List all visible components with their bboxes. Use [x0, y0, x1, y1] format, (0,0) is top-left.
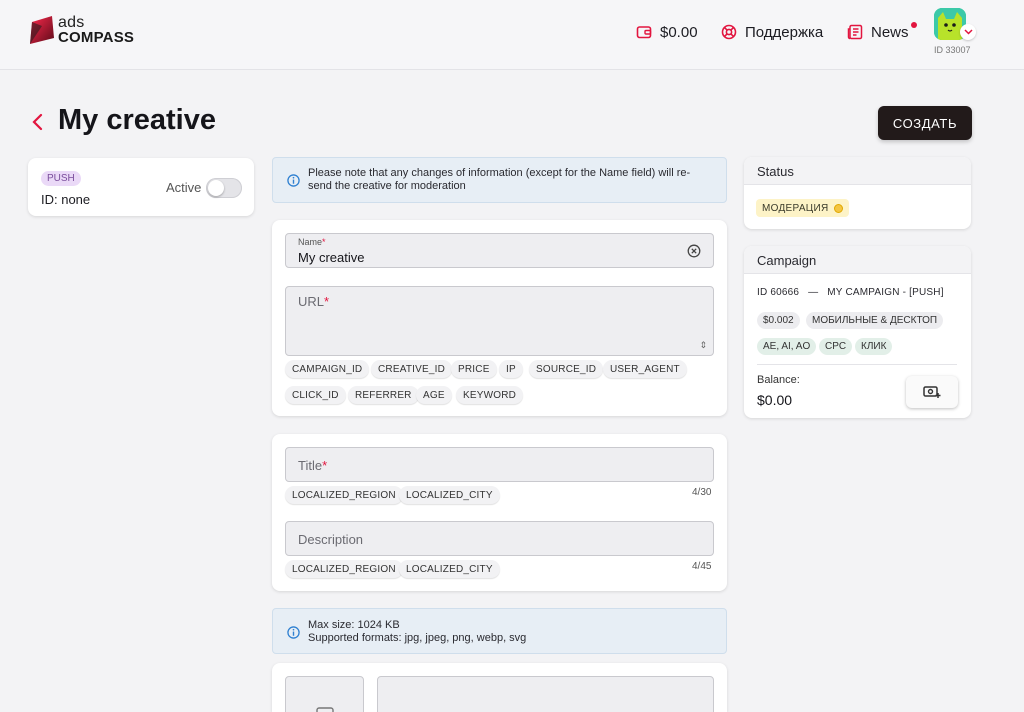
status-card: Status МОДЕРАЦИЯ [744, 157, 971, 229]
top-up-button[interactable] [906, 376, 958, 408]
support-button[interactable]: Поддержка [721, 20, 823, 44]
campaign-link[interactable]: ID 60666 — MY CAMPAIGN - [PUSH] [757, 287, 944, 298]
image-notice-line-1: Max size: 1024 KB [308, 619, 400, 631]
news-label: News [871, 23, 909, 41]
macro-chip[interactable]: CAMPAIGN_ID [285, 360, 370, 378]
campaign-tag: AE, AI, AO [757, 338, 817, 355]
description-field[interactable]: Description [285, 521, 714, 556]
macro-chip[interactable]: CLICK_ID [285, 386, 346, 404]
macro-chip[interactable]: AGE [416, 386, 452, 404]
moderation-notice: Please note that any changes of informat… [272, 157, 727, 203]
status-card-header: Status [744, 157, 971, 185]
divider [757, 364, 957, 365]
status-title: Status [757, 164, 794, 179]
name-value: My creative [298, 250, 365, 265]
image-upload-card [272, 663, 727, 712]
macro-chip[interactable]: CREATIVE_ID [371, 360, 453, 378]
status-badge: МОДЕРАЦИЯ [756, 199, 849, 217]
url-placeholder: URL* [298, 294, 330, 309]
page-title: My creative [58, 104, 216, 136]
pending-icon [833, 203, 843, 213]
notice-line-1: Please note that any changes of informat… [308, 167, 691, 179]
name-url-card: Name* My creative URL* ⇕ CAMPAIGN_ID CRE… [272, 220, 727, 416]
name-label: Name* [298, 237, 326, 247]
campaign-id: ID 60666 [757, 287, 800, 298]
format-badge: PUSH [41, 171, 81, 186]
campaign-tag: КЛИК [855, 338, 893, 355]
macro-chip[interactable]: KEYWORD [456, 386, 524, 404]
user-id: ID 33007 [934, 45, 971, 55]
macro-chip[interactable]: PRICE [451, 360, 497, 378]
image-requirements-notice: Max size: 1024 KB Supported formats: jpg… [272, 608, 727, 654]
title-counter: 4/30 [692, 487, 712, 498]
title-field[interactable]: Title* [285, 447, 714, 482]
title-placeholder: Title* [298, 458, 328, 473]
wallet-icon [636, 26, 652, 39]
info-icon [287, 626, 300, 639]
description-placeholder: Description [298, 532, 364, 547]
creative-id: ID: none [41, 192, 91, 207]
logo-mark-icon [30, 16, 54, 44]
balance-value: $0.00 [757, 392, 793, 408]
campaign-tag: CPC [819, 338, 853, 355]
balance-label: Balance: [757, 374, 800, 386]
status-badge-label: МОДЕРАЦИЯ [762, 202, 829, 214]
money-plus-icon [923, 386, 941, 398]
create-button[interactable]: СОЗДАТЬ [878, 106, 972, 140]
logo[interactable]: ads COMPASS [28, 14, 148, 48]
newspaper-icon [847, 24, 863, 40]
macro-chip[interactable]: IP [499, 360, 523, 378]
campaign-title: Campaign [757, 253, 817, 268]
clear-icon[interactable] [687, 244, 701, 258]
news-label-wrap: News [871, 21, 917, 41]
active-label: Active [166, 180, 202, 195]
macro-chip[interactable]: SOURCE_ID [529, 360, 604, 378]
macro-chip[interactable]: LOCALIZED_REGION [285, 560, 403, 578]
macro-chip[interactable]: LOCALIZED_CITY [399, 486, 500, 504]
toggle-knob [208, 180, 224, 196]
name-field[interactable]: Name* My creative [285, 233, 714, 268]
back-arrow-icon[interactable] [30, 112, 46, 132]
notice-line-2: send the creative for moderation [308, 180, 466, 192]
chevron-down-icon[interactable] [960, 24, 976, 40]
support-label: Поддержка [745, 23, 824, 41]
campaign-separator: — [808, 287, 819, 298]
news-notification-dot [910, 21, 917, 28]
macro-chip[interactable]: LOCALIZED_CITY [399, 560, 500, 578]
resize-handle-icon[interactable]: ⇕ [699, 340, 707, 351]
logo-text-compass: COMPASS [58, 29, 135, 46]
image-icon [316, 707, 334, 712]
info-icon [287, 174, 300, 187]
campaign-card-header: Campaign [744, 246, 971, 274]
title-description-card: Title* LOCALIZED_REGION LOCALIZED_CITY 4… [272, 434, 727, 591]
top-header: ads COMPASS $0.00 Поддержка News ID 3300… [0, 0, 1024, 70]
campaign-card: Campaign ID 60666 — MY CAMPAIGN - [PUSH]… [744, 246, 971, 418]
description-counter: 4/45 [692, 561, 712, 572]
active-toggle[interactable] [206, 178, 242, 198]
balance-button[interactable]: $0.00 [636, 20, 698, 44]
balance-amount: $0.00 [660, 23, 698, 41]
user-menu[interactable]: ID 33007 [934, 8, 978, 58]
news-button[interactable]: News [847, 20, 917, 44]
image-notice-line-2: Supported formats: jpg, jpeg, png, webp,… [308, 632, 527, 644]
image-upload-area[interactable] [377, 676, 714, 712]
campaign-tag: $0.002 [757, 312, 800, 329]
creative-summary-card: PUSH ID: none Active [28, 158, 254, 216]
macro-chip[interactable]: LOCALIZED_REGION [285, 486, 403, 504]
campaign-name: MY CAMPAIGN - [PUSH] [827, 287, 944, 298]
macro-chip[interactable]: USER_AGENT [603, 360, 687, 378]
macro-chip[interactable]: REFERRER [348, 386, 419, 404]
url-field[interactable]: URL* ⇕ [285, 286, 714, 356]
campaign-tag: МОБИЛЬНЫЕ & ДЕСКТОП [806, 312, 944, 329]
lifebuoy-icon [721, 24, 737, 40]
icon-upload-area[interactable] [285, 676, 364, 712]
